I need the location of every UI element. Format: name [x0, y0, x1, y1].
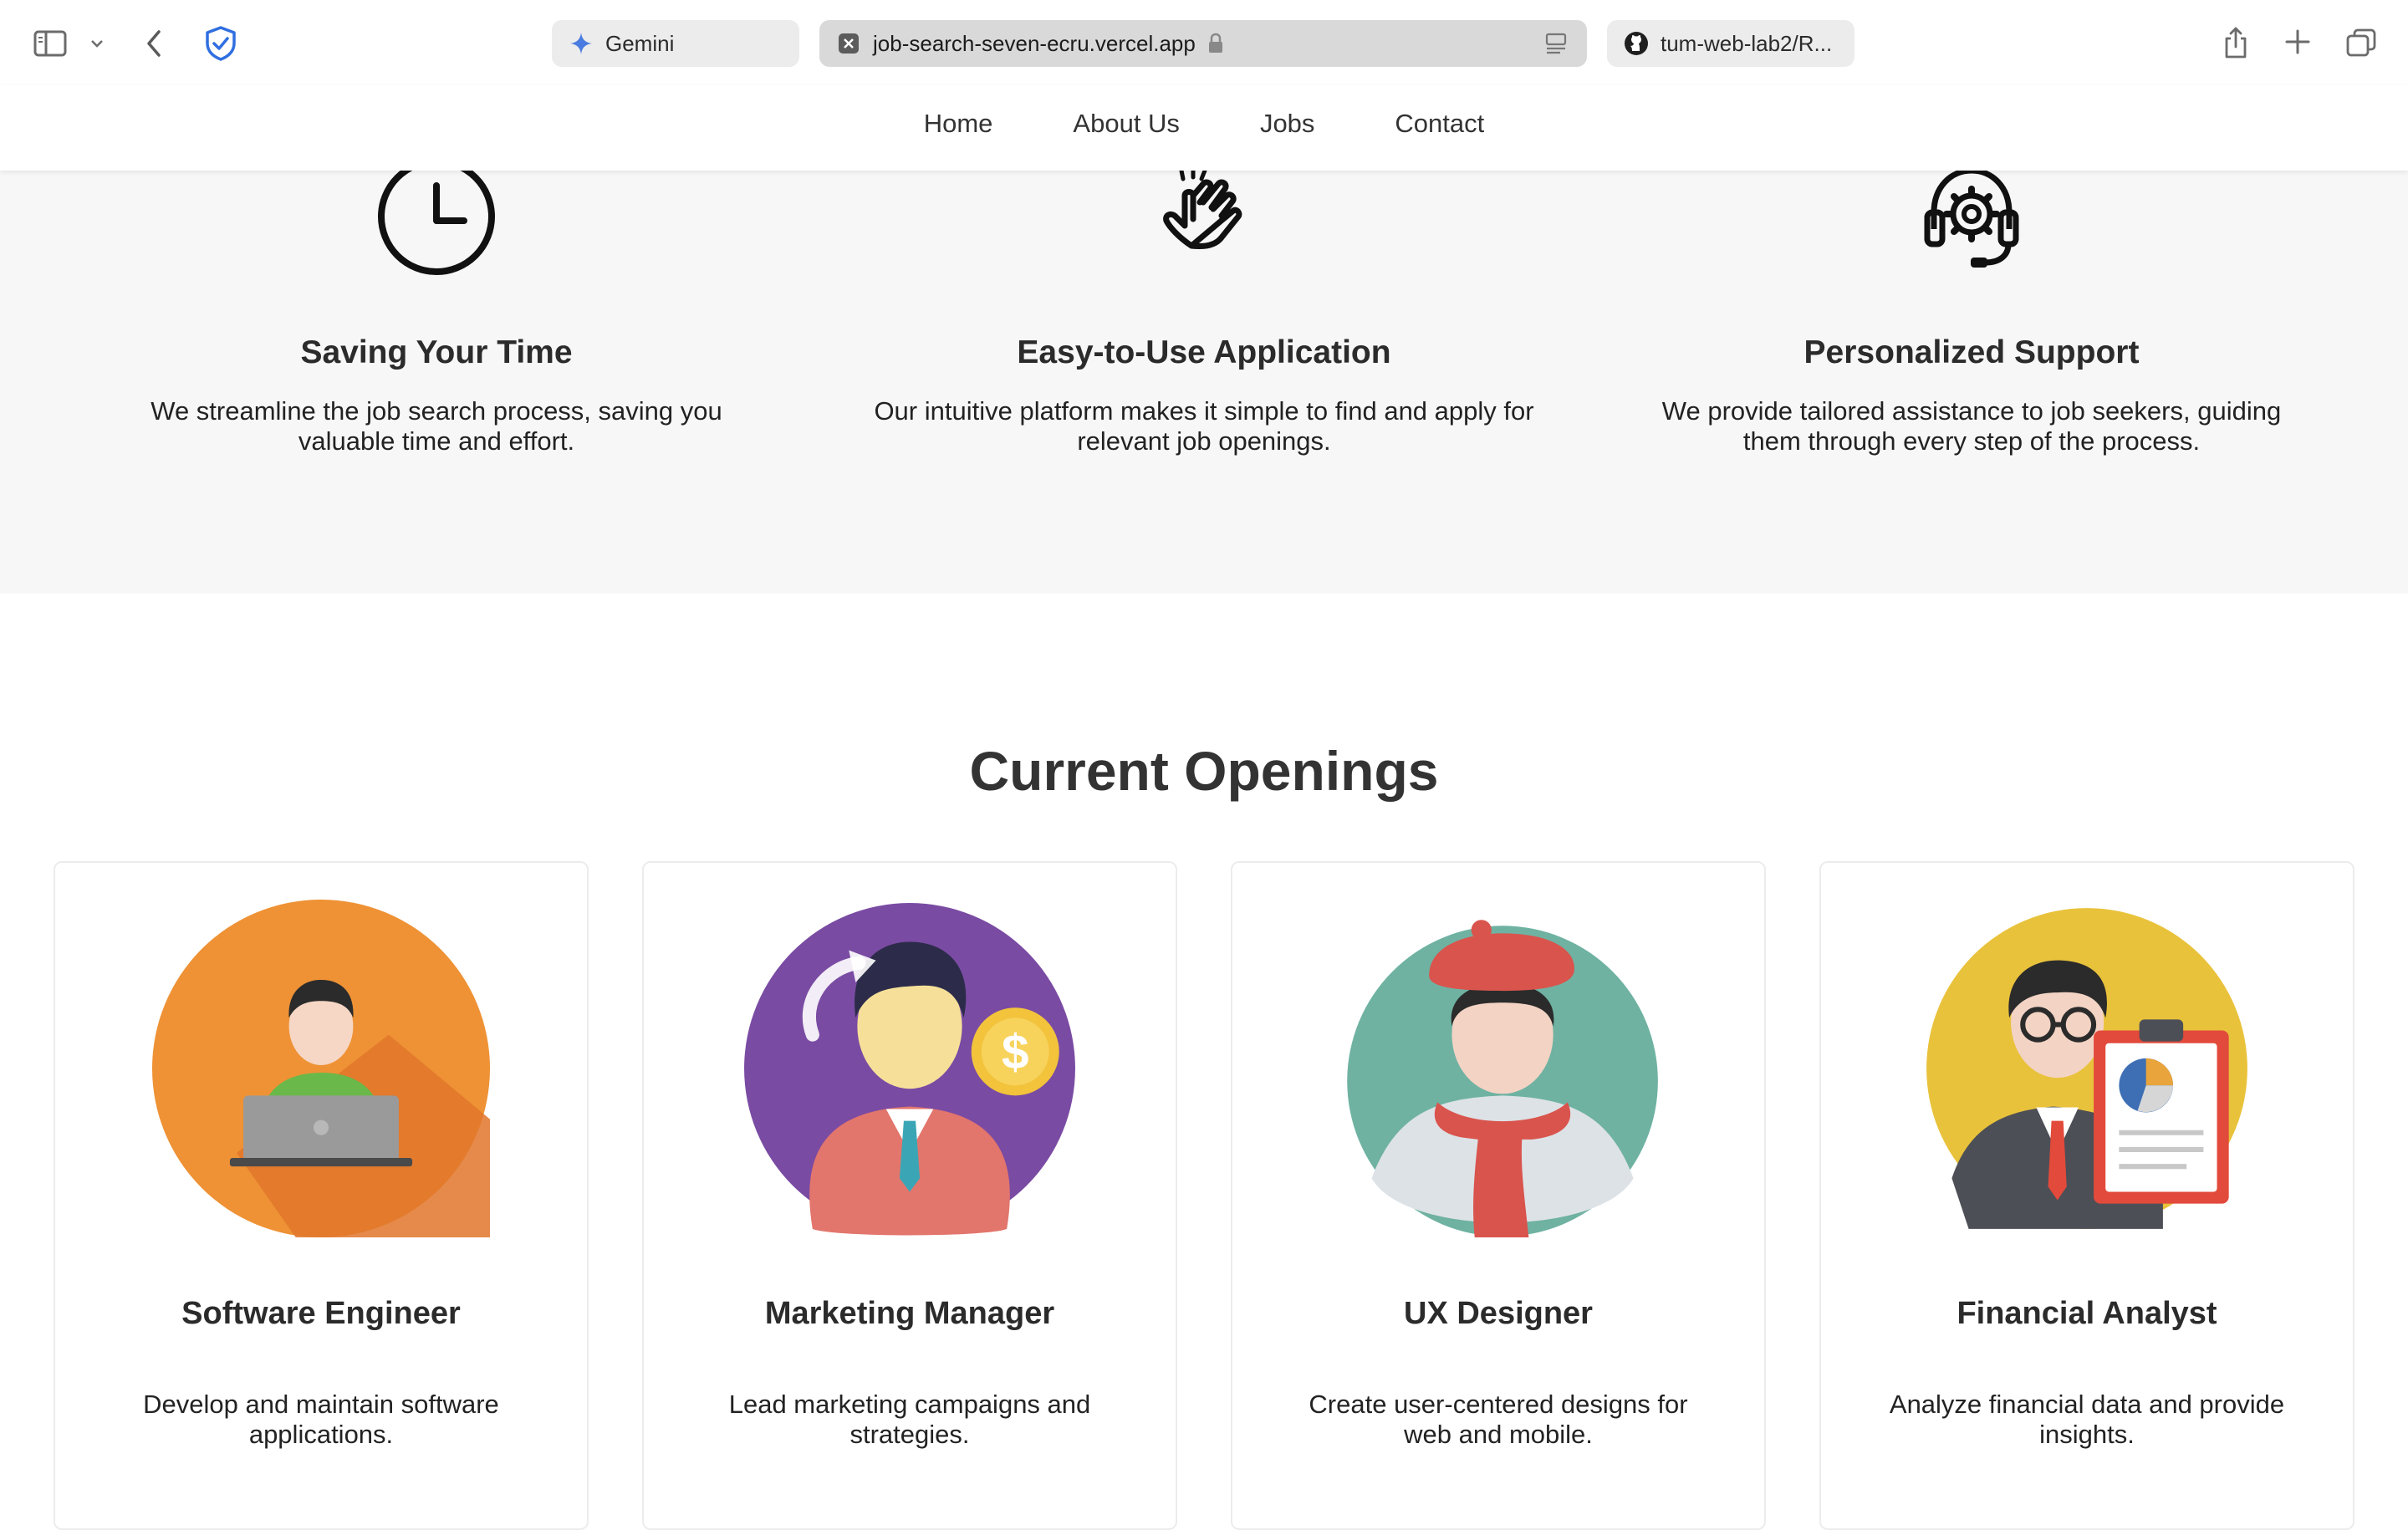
feature-text: Our intuitive platform makes it simple t…	[874, 396, 1534, 456]
financial-analyst-avatar	[1926, 908, 2247, 1229]
feature-title: Easy-to-Use Application	[1017, 334, 1391, 370]
tab-github[interactable]: tum-web-lab2/R...	[1607, 20, 1854, 67]
features-section: Saving Your Time We streamline the job s…	[0, 158, 2408, 594]
job-title: Marketing Manager	[764, 1296, 1055, 1331]
nav-link-about[interactable]: About Us	[1073, 109, 1180, 139]
share-icon[interactable]	[2219, 22, 2252, 64]
feature-text: We provide tailored assistance to job se…	[1661, 396, 2282, 456]
tab-label: Gemini	[605, 30, 675, 56]
job-description: Create user-centered designs for web and…	[1309, 1390, 1688, 1449]
address-text: job-search-seven-ecru.vercel.app	[873, 30, 1196, 56]
ux-designer-avatar	[1347, 920, 1658, 1237]
feature-title: Saving Your Time	[300, 334, 573, 370]
tab-label: tum-web-lab2/R...	[1661, 30, 1833, 56]
github-icon	[1624, 31, 1649, 56]
new-tab-icon[interactable]	[2281, 25, 2314, 59]
marketing-manager-avatar: $	[744, 903, 1075, 1236]
svg-text:$: $	[1002, 1025, 1029, 1079]
tab-gemini[interactable]: Gemini	[552, 20, 799, 67]
site-navbar: Home About Us Jobs Contact	[0, 85, 2408, 171]
openings-heading: Current Openings	[969, 740, 1439, 802]
job-card-ux-designer[interactable]: UX Designer Create user-centered designs…	[1231, 861, 1766, 1530]
nav-link-home[interactable]: Home	[924, 109, 993, 139]
nav-link-jobs[interactable]: Jobs	[1260, 109, 1314, 139]
tab-active-address[interactable]: job-search-seven-ecru.vercel.app	[819, 20, 1587, 67]
back-icon[interactable]	[139, 25, 169, 62]
job-title: Financial Analyst	[1956, 1296, 2217, 1331]
shield-icon[interactable]	[201, 23, 241, 64]
job-description: Analyze financial data and provide insig…	[1889, 1390, 2285, 1449]
job-card-marketing-manager[interactable]: $ Marketing Manager Lead marketing campa…	[642, 861, 1177, 1530]
feature-title: Personalized Support	[1803, 334, 2140, 370]
job-title: UX Designer	[1404, 1296, 1593, 1331]
job-title: Software Engineer	[181, 1296, 461, 1331]
headset-gear-icon	[1924, 167, 2019, 268]
chevron-down-icon[interactable]	[87, 32, 107, 55]
job-description: Develop and maintain software applicatio…	[143, 1390, 499, 1449]
gemini-sparkle-icon	[569, 31, 594, 56]
feature-text: We streamline the job search process, sa…	[150, 396, 722, 456]
job-card-financial-analyst[interactable]: Financial Analyst Analyze financial data…	[1819, 861, 2354, 1530]
nav-links: Home About Us Jobs Contact	[0, 109, 2408, 139]
job-card-software-engineer[interactable]: Software Engineer Develop and maintain s…	[54, 861, 589, 1530]
job-description: Lead marketing campaigns and strategies.	[728, 1390, 1091, 1449]
reader-mode-icon[interactable]	[1543, 31, 1569, 62]
tab-overview-icon[interactable]	[2343, 25, 2380, 60]
close-tab-icon[interactable]	[836, 31, 861, 56]
clock-icon	[378, 158, 495, 275]
software-engineer-avatar	[152, 900, 490, 1237]
hand-tap-icon	[1163, 166, 1242, 249]
nav-link-contact[interactable]: Contact	[1395, 109, 1484, 139]
browser-toolbar: Gemini job-search-seven-ecru.vercel.app …	[0, 0, 2408, 85]
sidebar-toggle-icon[interactable]	[32, 27, 69, 60]
lock-icon	[1207, 33, 1224, 54]
